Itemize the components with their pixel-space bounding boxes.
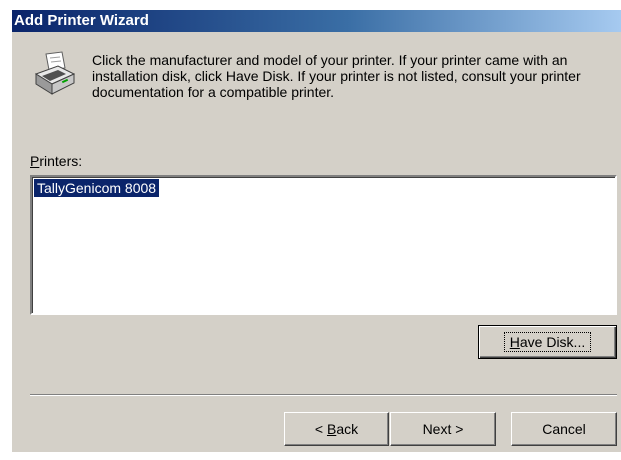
back-prefix: < xyxy=(314,421,327,437)
list-item-selected[interactable]: TallyGenicom 8008 xyxy=(34,179,160,197)
printers-label: Printers: xyxy=(30,153,82,169)
have-disk-button[interactable]: Have Disk... xyxy=(478,325,617,359)
back-button[interactable]: < Back xyxy=(284,412,389,446)
printers-label-accel: P xyxy=(30,153,40,169)
have-disk-rest: ave Disk... xyxy=(519,334,586,350)
printer-icon xyxy=(34,51,76,95)
cancel-button[interactable]: Cancel xyxy=(511,412,617,446)
printers-label-rest: rinters: xyxy=(39,153,83,169)
back-accel: B xyxy=(326,421,337,437)
have-disk-label: Have Disk... xyxy=(503,332,592,352)
separator xyxy=(30,394,617,396)
window-title: Add Printer Wizard xyxy=(12,10,621,32)
next-label: Next > xyxy=(422,421,464,437)
printers-listbox[interactable]: TallyGenicom 8008 xyxy=(30,175,617,315)
add-printer-dialog: Add Printer Wizard Click the manufacture… xyxy=(12,10,621,452)
cancel-label: Cancel xyxy=(542,421,586,437)
instructions-text: Click the manufacturer and model of your… xyxy=(92,52,581,100)
have-disk-accel: H xyxy=(509,334,520,350)
back-rest: ack xyxy=(336,421,359,437)
next-button[interactable]: Next > xyxy=(390,412,496,446)
